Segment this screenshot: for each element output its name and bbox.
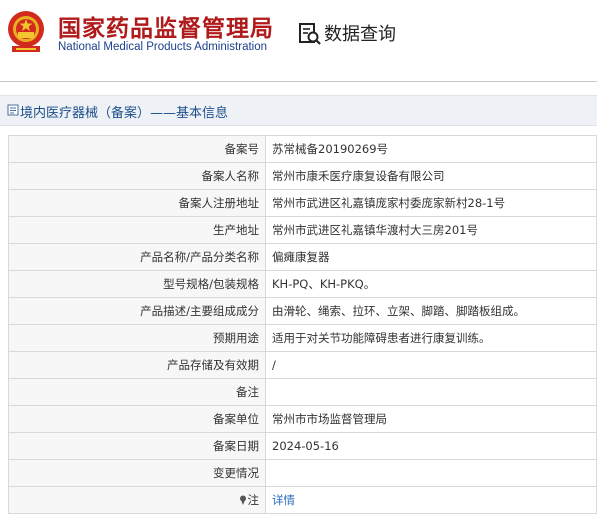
- header-divider: [0, 81, 597, 82]
- filer-address-label: 备案人注册地址: [8, 189, 266, 217]
- table-row: 备案号 苏常械备20190269号: [8, 135, 597, 163]
- storage-validity-label: 产品存储及有效期: [8, 351, 266, 379]
- note-label: 注: [247, 493, 260, 507]
- intended-use-value: 适用于对关节功能障碍患者进行康复训练。: [265, 324, 597, 352]
- record-number-label: 备案号: [8, 135, 266, 163]
- filing-unit-value: 常州市市场监督管理局: [265, 405, 597, 433]
- product-description-value: 由滑轮、绳索、拉环、立架、脚踏、脚踏板组成。: [265, 297, 597, 325]
- table-row: 型号规格/包装规格 KH-PQ、KH-PKQ。: [8, 270, 597, 298]
- table-row: 预期用途 适用于对关节功能障碍患者进行康复训练。: [8, 324, 597, 352]
- product-description-label: 产品描述/主要组成成分: [8, 297, 266, 325]
- filing-date-label: 备案日期: [8, 432, 266, 460]
- section-title: 境内医疗器械（备案）——基本信息: [20, 106, 229, 121]
- filing-date-value: 2024-05-16: [265, 432, 597, 460]
- filing-unit-label: 备案单位: [8, 405, 266, 433]
- note-label-cell: 注: [8, 486, 266, 514]
- document-icon: [7, 104, 19, 116]
- note-value-cell: 详情: [265, 486, 597, 514]
- site-subtitle: National Medical Products Administration: [58, 41, 268, 53]
- remarks-label: 备注: [8, 378, 266, 406]
- table-row: 备案人注册地址 常州市武进区礼嘉镇庞家村委庞家新村28-1号: [8, 189, 597, 217]
- record-number-value: 苏常械备20190269号: [265, 135, 597, 163]
- national-emblem-icon: [8, 11, 44, 52]
- table-row: 注详情: [8, 486, 597, 514]
- details-link[interactable]: 详情: [272, 493, 295, 507]
- table-row: 备案日期 2024-05-16: [8, 432, 597, 460]
- table-row: 变更情况: [8, 459, 597, 487]
- storage-validity-value: /: [265, 351, 597, 379]
- product-name-label: 产品名称/产品分类名称: [8, 243, 266, 271]
- table-row: 产品名称/产品分类名称 偏瘫康复器: [8, 243, 597, 271]
- table-row: 产品存储及有效期 /: [8, 351, 597, 379]
- table-row: 产品描述/主要组成成分 由滑轮、绳索、拉环、立架、脚踏、脚踏板组成。: [8, 297, 597, 325]
- record-detail-table: 备案号 苏常械备20190269号 备案人名称 常州市康禾医疗康复设备有限公司 备案人注…: [8, 135, 597, 514]
- table-row: 备案人名称 常州市康禾医疗康复设备有限公司: [8, 162, 597, 190]
- data-search-icon[interactable]: [298, 22, 322, 46]
- filer-name-value: 常州市康禾医疗康复设备有限公司: [265, 162, 597, 190]
- section-header: 境内医疗器械（备案）——基本信息: [0, 95, 597, 126]
- production-address-label: 生产地址: [8, 216, 266, 244]
- model-spec-value: KH-PQ、KH-PKQ。: [265, 270, 597, 298]
- data-search-link[interactable]: 数据查询: [324, 20, 396, 46]
- site-title[interactable]: 国家药品监督管理局: [58, 9, 274, 43]
- model-spec-label: 型号规格/包装规格: [8, 270, 266, 298]
- change-history-value: [265, 459, 597, 487]
- production-address-value: 常州市武进区礼嘉镇华渡村大三房201号: [265, 216, 597, 244]
- product-name-value: 偏瘫康复器: [265, 243, 597, 271]
- table-row: 备案单位 常州市市场监督管理局: [8, 405, 597, 433]
- remarks-value: [265, 378, 597, 406]
- change-history-label: 变更情况: [8, 459, 266, 487]
- intended-use-label: 预期用途: [8, 324, 266, 352]
- site-header: 国家药品监督管理局 National Medical Products Admi…: [0, 0, 597, 66]
- table-row: 生产地址 常州市武进区礼嘉镇华渡村大三房201号: [8, 216, 597, 244]
- pin-icon: [239, 495, 246, 505]
- table-row: 备注: [8, 378, 597, 406]
- filer-name-label: 备案人名称: [8, 162, 266, 190]
- filer-address-value: 常州市武进区礼嘉镇庞家村委庞家新村28-1号: [265, 189, 597, 217]
